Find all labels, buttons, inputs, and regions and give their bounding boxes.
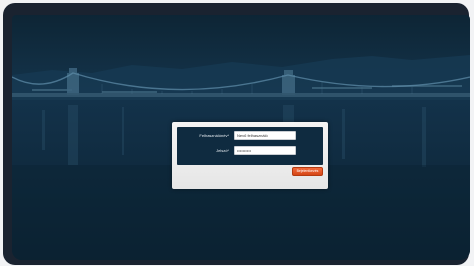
username-label: Felhasználónév* xyxy=(199,133,229,138)
login-screen: Felhasználónév* Jelszó* Bejelentkezés xyxy=(12,15,470,260)
window-frame: Felhasználónév* Jelszó* Bejelentkezés xyxy=(0,0,474,266)
login-button[interactable]: Bejelentkezés xyxy=(292,167,323,176)
username-row: Felhasználónév* xyxy=(177,131,323,141)
username-input[interactable] xyxy=(234,131,296,140)
password-label: Jelszó* xyxy=(216,148,229,153)
login-form: Felhasználónév* Jelszó* xyxy=(177,127,323,165)
login-panel: Felhasználónév* Jelszó* Bejelentkezés xyxy=(172,122,328,189)
password-input[interactable] xyxy=(234,146,296,155)
password-row: Jelszó* xyxy=(177,146,323,156)
device-bezel: Felhasználónév* Jelszó* Bejelentkezés xyxy=(3,3,470,265)
